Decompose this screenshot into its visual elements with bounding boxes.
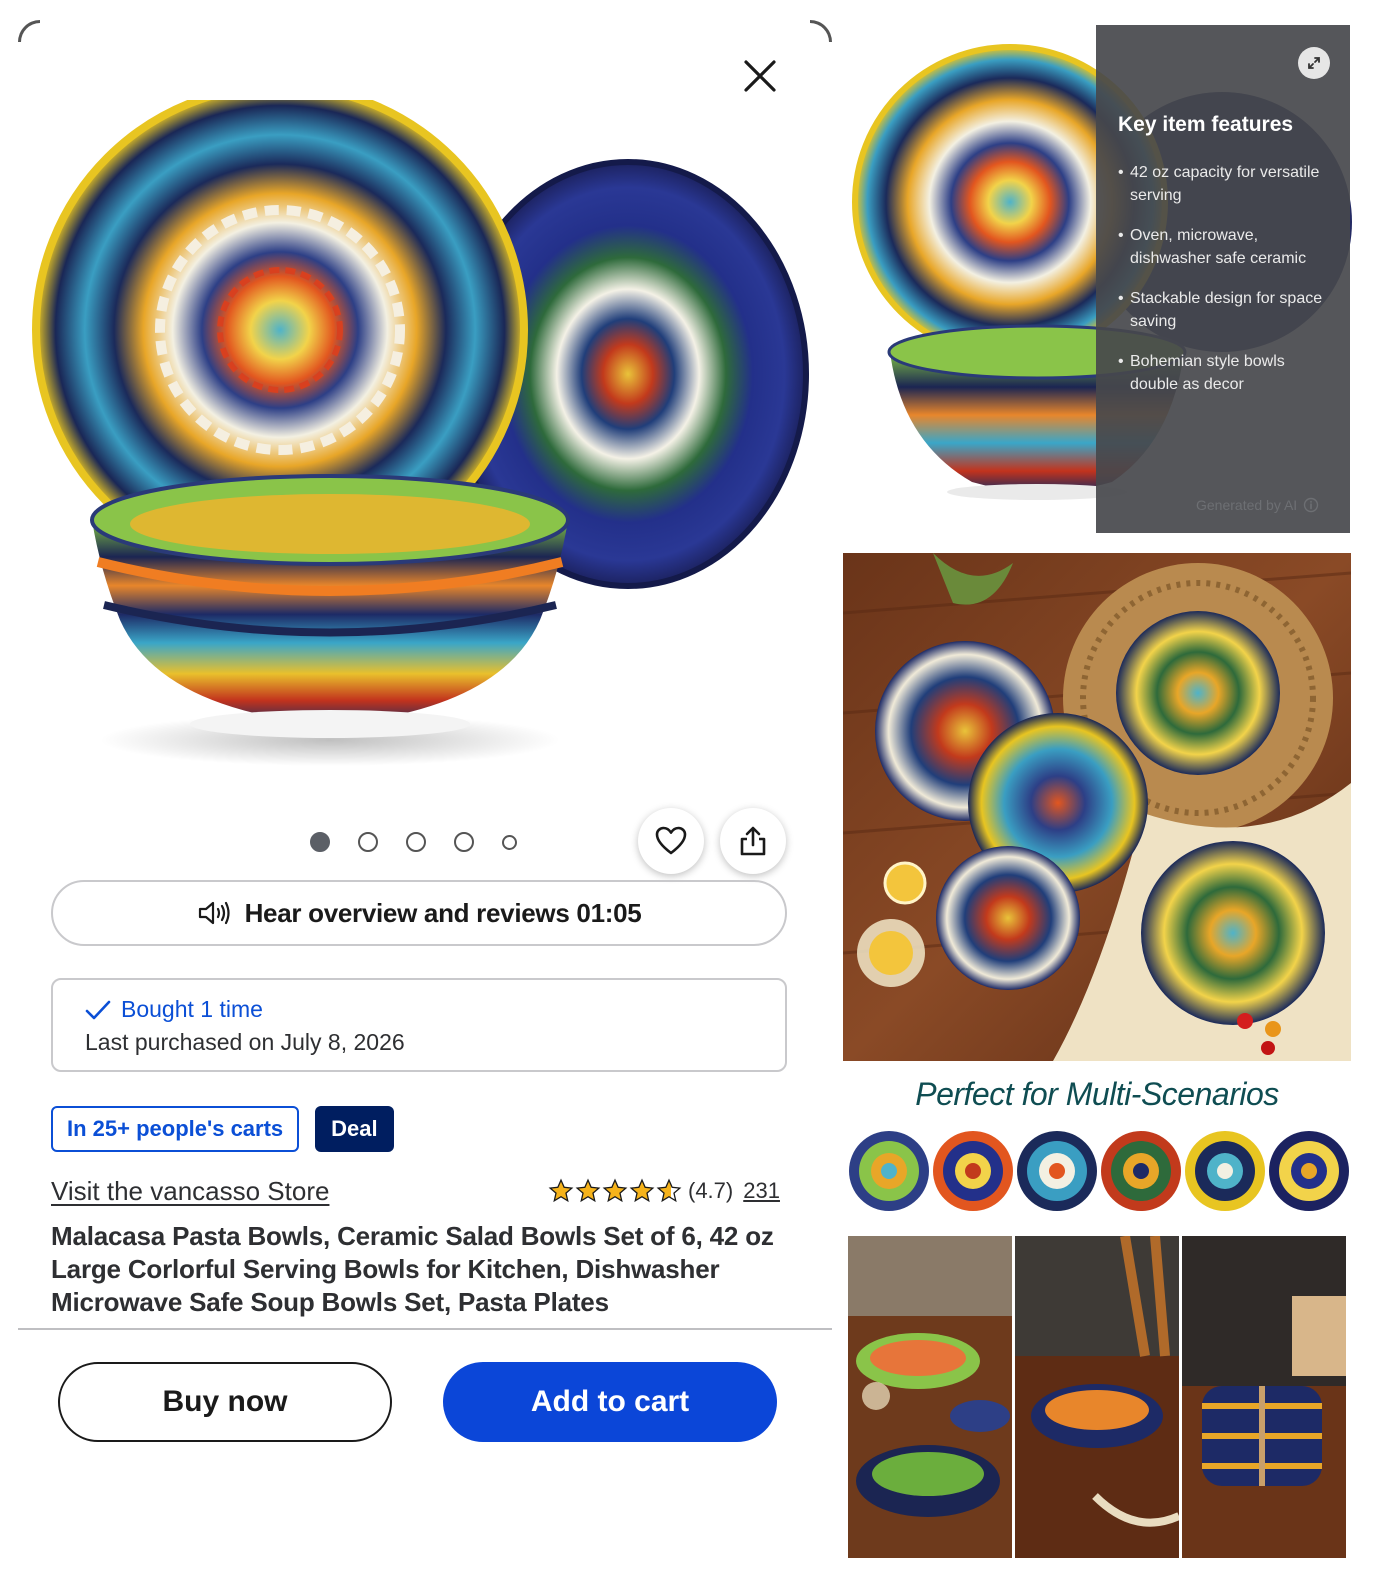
pattern-swatch[interactable] <box>1268 1130 1350 1212</box>
key-features-panel: Key item features 42 oz capacity for ver… <box>1096 25 1350 533</box>
pattern-swatch[interactable] <box>1184 1130 1266 1212</box>
add-to-cart-button[interactable]: Add to cart <box>443 1362 777 1442</box>
product-hero-image[interactable] <box>20 100 810 790</box>
key-feature-item: Bohemian style bowls double as decor <box>1118 350 1330 396</box>
star-icon <box>548 1178 574 1203</box>
key-feature-item: Oven, microwave, dishwasher safe ceramic <box>1118 224 1330 270</box>
lifestyle-photo-strip <box>848 1236 1346 1558</box>
close-icon <box>744 60 776 92</box>
product-rating[interactable]: (4.7) 231 <box>548 1178 780 1204</box>
last-purchased-text: Last purchased on July 8, 2026 <box>85 1029 405 1055</box>
heart-icon <box>655 826 687 855</box>
product-badges: In 25+ people's carts Deal <box>51 1106 394 1152</box>
pattern-swatch[interactable] <box>1100 1130 1182 1212</box>
lifestyle-photo[interactable] <box>1182 1236 1346 1558</box>
pattern-swatch[interactable] <box>1016 1130 1098 1212</box>
ai-generated-label: Generated by AI <box>1196 497 1298 513</box>
table-setting-thumbnail[interactable] <box>843 553 1351 1061</box>
star-icon <box>629 1178 655 1203</box>
purchase-history-card: Bought 1 time Last purchased on July 8, … <box>51 978 787 1072</box>
scenarios-title: Perfect for Multi-Scenarios <box>915 1076 1279 1112</box>
star-icon <box>575 1178 601 1203</box>
action-bar-divider <box>18 1328 832 1330</box>
carousel-dot[interactable] <box>406 832 426 852</box>
product-title: Malacasa Pasta Bowls, Ceramic Salad Bowl… <box>51 1221 774 1317</box>
info-icon[interactable] <box>1303 497 1319 513</box>
carousel-dot[interactable] <box>358 832 378 852</box>
pattern-swatches <box>848 1130 1350 1212</box>
favorite-button[interactable] <box>638 808 704 874</box>
half-star-icon <box>656 1178 682 1203</box>
product-modal: Hear overview and reviews 01:05 Bought 1… <box>18 20 832 1592</box>
ai-generated-note: Generated by AI <box>1196 497 1319 513</box>
key-feature-item: Stackable design for space saving <box>1118 287 1330 333</box>
table-setting-image <box>843 553 1351 1061</box>
key-feature-item: 42 oz capacity for versatile serving <box>1118 161 1330 207</box>
buy-now-button[interactable]: Buy now <box>58 1362 392 1442</box>
carousel-dot[interactable] <box>454 832 474 852</box>
frame-corner <box>18 20 40 42</box>
visit-store-link[interactable]: Visit the vancasso Store <box>51 1176 329 1207</box>
share-icon <box>740 826 766 856</box>
pattern-swatch[interactable] <box>932 1130 1014 1212</box>
key-features-title: Key item features <box>1118 113 1294 136</box>
carousel-dot[interactable] <box>310 832 330 852</box>
star-icon <box>602 1178 628 1203</box>
frame-corner <box>810 20 832 42</box>
carousel-dot[interactable] <box>502 834 517 850</box>
audio-overview-button[interactable]: Hear overview and reviews 01:05 <box>51 880 787 946</box>
review-count-link[interactable]: 231 <box>743 1178 780 1204</box>
key-features-list: 42 oz capacity for versatile serving Ove… <box>1118 161 1330 396</box>
check-icon <box>85 1000 111 1019</box>
expand-button[interactable] <box>1298 47 1330 79</box>
speaker-icon <box>198 901 230 925</box>
audio-overview-label: Hear overview and reviews 01:05 <box>244 897 642 928</box>
deal-badge: Deal <box>315 1106 394 1152</box>
pattern-swatch[interactable] <box>848 1130 930 1212</box>
expand-icon <box>1308 57 1320 69</box>
key-features-thumbnail[interactable]: Key item features 42 oz capacity for ver… <box>842 22 1352 534</box>
bought-count-text: Bought 1 time <box>121 996 263 1022</box>
image-carousel-dots <box>310 832 517 852</box>
share-button[interactable] <box>720 808 786 874</box>
star-rating <box>548 1178 682 1204</box>
close-button[interactable] <box>738 54 782 98</box>
rating-value: (4.7) <box>688 1178 734 1203</box>
popularity-badge: In 25+ people's carts <box>51 1106 300 1152</box>
lifestyle-photo[interactable] <box>1015 1236 1179 1558</box>
lifestyle-photo[interactable] <box>848 1236 1012 1558</box>
